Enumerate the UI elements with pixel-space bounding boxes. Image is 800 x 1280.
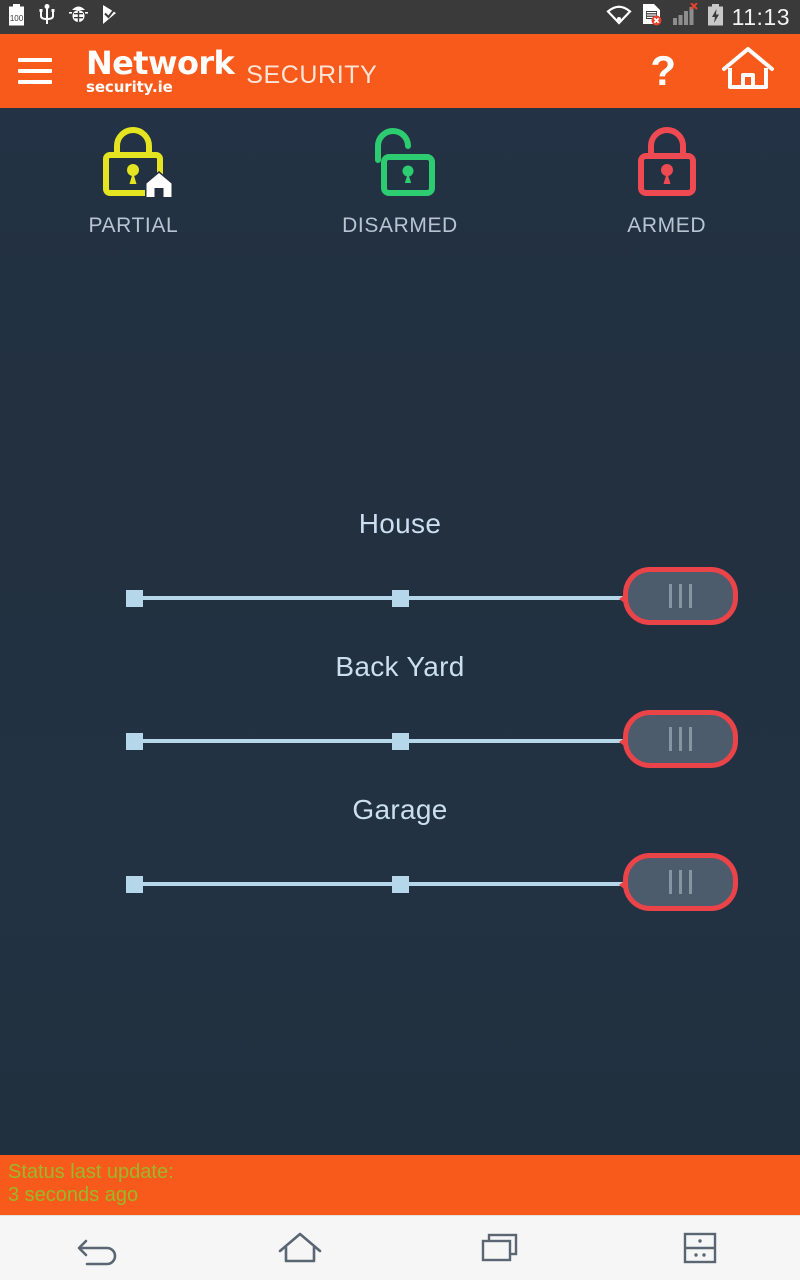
- home-icon[interactable]: [720, 45, 776, 98]
- grip-handle-icon: [669, 870, 692, 894]
- mode-armed[interactable]: ARMED: [533, 126, 800, 238]
- battery-charging-icon: [707, 3, 724, 31]
- slider-stop-mid[interactable]: [392, 733, 409, 750]
- hamburger-bar: [18, 69, 52, 73]
- zone-slider[interactable]: [110, 567, 738, 629]
- recent-apps-icon[interactable]: [455, 1220, 545, 1276]
- grip-handle-icon: [669, 727, 692, 751]
- padlock-locked-house-icon: [91, 126, 175, 205]
- signal-bars-error-icon: [672, 2, 698, 31]
- split-screen-menu-icon[interactable]: [655, 1220, 745, 1276]
- home-outline-icon[interactable]: [255, 1220, 345, 1276]
- app-header: Network security.ie SECURITY ?: [0, 34, 800, 108]
- hamburger-bar: [18, 58, 52, 62]
- back-arrow-icon[interactable]: [55, 1220, 145, 1276]
- status-bar-clock: 11:13: [731, 3, 790, 30]
- status-footer-line1: Status last update:: [8, 1161, 174, 1183]
- zone-garage: Garage: [0, 794, 800, 915]
- zone-slider[interactable]: [110, 853, 738, 915]
- header-actions: ?: [650, 45, 776, 98]
- zone-title: Garage: [352, 794, 448, 825]
- mode-disarmed[interactable]: DISARMED: [267, 126, 534, 238]
- status-footer: Status last update: 3 seconds ago: [0, 1155, 800, 1215]
- android-nav-bar: [0, 1215, 800, 1280]
- zone-house: House: [0, 508, 800, 629]
- brand-logo-block: Network security.ie: [86, 44, 235, 96]
- slider-stop-start[interactable]: [126, 590, 143, 607]
- svg-text:100: 100: [10, 14, 24, 23]
- wifi-icon: [606, 4, 632, 30]
- zone-slider[interactable]: [110, 710, 738, 772]
- zone-title: House: [358, 508, 442, 539]
- slider-stop-mid[interactable]: [392, 876, 409, 893]
- status-bar-right-icons: 11:13: [597, 2, 790, 31]
- hamburger-bar: [18, 80, 52, 84]
- usb-icon: [39, 3, 55, 31]
- slider-track: [126, 882, 626, 886]
- brand-logo[interactable]: Network security.ie SECURITY: [86, 47, 377, 95]
- slider-thumb[interactable]: [623, 710, 738, 768]
- sim-card-error-icon: [641, 3, 663, 31]
- mode-selector: PARTIAL DISARMED ARMED: [0, 108, 800, 238]
- mode-label: ARMED: [627, 214, 707, 237]
- slider-stop-start[interactable]: [126, 876, 143, 893]
- brand-name: Network: [86, 44, 235, 82]
- mode-label: PARTIAL: [88, 214, 179, 237]
- checkmark-flag-icon: [102, 4, 118, 30]
- grip-handle-icon: [669, 584, 692, 608]
- system-status-bar: 100 11:13: [0, 0, 800, 34]
- status-footer-line2: 3 seconds ago: [8, 1184, 139, 1206]
- mode-partial[interactable]: PARTIAL: [0, 126, 267, 238]
- help-icon[interactable]: ?: [650, 50, 676, 92]
- main-content: PARTIAL DISARMED ARMED House Back Yard G…: [0, 108, 800, 1155]
- slider-thumb[interactable]: [623, 567, 738, 625]
- slider-stop-mid[interactable]: [392, 590, 409, 607]
- battery-100-icon: 100: [8, 3, 25, 31]
- mode-label: DISARMED: [342, 214, 458, 237]
- zone-list: House Back Yard Garage: [0, 508, 800, 937]
- slider-track: [126, 596, 626, 600]
- zone-back-yard: Back Yard: [0, 651, 800, 772]
- app-screen: 100 11:13 Network security.ie SECURITY ?…: [0, 0, 800, 1280]
- slider-stop-start[interactable]: [126, 733, 143, 750]
- brand-domain: security.ie: [86, 78, 173, 96]
- slider-track: [126, 739, 626, 743]
- padlock-locked-icon: [625, 126, 709, 205]
- hamburger-menu-icon[interactable]: [18, 58, 52, 84]
- padlock-unlocked-icon: [358, 126, 442, 205]
- zone-title: Back Yard: [335, 651, 465, 682]
- bug-icon: [69, 4, 88, 30]
- status-bar-left-icons: 100: [8, 3, 132, 31]
- slider-thumb[interactable]: [623, 853, 738, 911]
- brand-word: SECURITY: [246, 61, 378, 89]
